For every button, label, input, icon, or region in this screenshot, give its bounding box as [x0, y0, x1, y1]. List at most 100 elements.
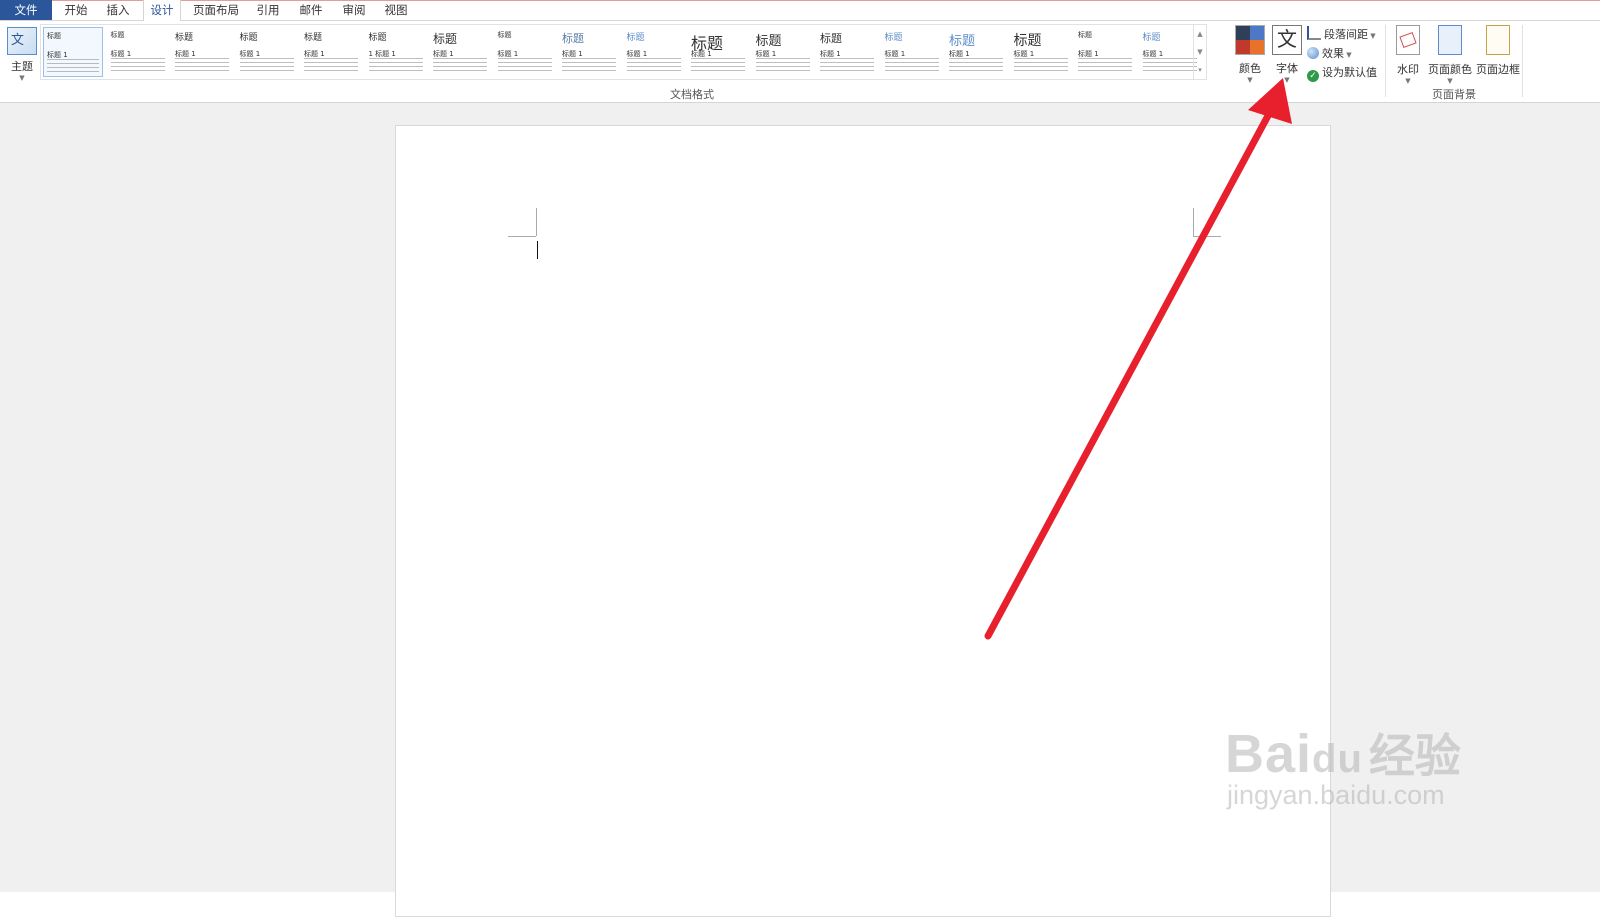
style-set-item-preview-text: [1142, 58, 1197, 72]
ribbon-tab-bar: 文件 开始 插入 设计 页面布局 引用 邮件 审阅 视图: [0, 0, 1600, 21]
effects-icon: [1307, 47, 1319, 59]
crop-mark-top-right: [1193, 208, 1194, 236]
page-borders-label: 页面边框: [1476, 63, 1520, 76]
colors-palette-icon: [1235, 25, 1265, 55]
ribbon-design: 文 主题 ▼ 标题 标题 1 标题 标题 1 标题 标题 1 标题 标题 1 标题 标题 1 标题 1…: [0, 21, 1600, 103]
watermark-icon: [1396, 25, 1420, 55]
page-borders-icon: [1486, 25, 1510, 55]
style-set-item[interactable]: 标题 标题 1: [1010, 27, 1071, 77]
style-set-item-preview-text: [1013, 58, 1068, 72]
group-label-document-formatting: 文档格式: [670, 88, 714, 101]
gallery-more-icon[interactable]: ▾: [1194, 61, 1206, 79]
chevron-down-icon: ▼: [1447, 77, 1453, 85]
style-set-item[interactable]: 标题 标题 1: [946, 27, 1006, 77]
style-set-item-preview-text: [47, 59, 99, 73]
group-separator: [1522, 25, 1523, 97]
style-set-item-preview-text: [433, 58, 487, 72]
style-set-item-title: 标题: [755, 34, 782, 49]
style-set-item[interactable]: 标题 标题 1: [107, 27, 168, 77]
style-set-item[interactable]: 标题 标题 1: [430, 27, 490, 77]
chevron-down-icon: ▼: [1368, 32, 1376, 40]
chevron-down-icon: ▼: [1344, 51, 1352, 59]
style-set-item-preview-text: [175, 58, 229, 72]
tab-design[interactable]: 设计: [143, 0, 181, 21]
watermark-url: jingyan.baidu.com: [1227, 780, 1445, 810]
page-color-label: 页面颜色: [1428, 63, 1472, 76]
gallery-scroll-down-icon[interactable]: ▼: [1194, 43, 1206, 61]
style-set-item-title: 标题: [626, 33, 645, 43]
style-set-item-title: 标题: [47, 32, 61, 40]
style-set-item-preview-text: [497, 58, 552, 72]
chevron-down-icon: ▼: [1405, 77, 1411, 85]
style-set-item-title: 标题: [562, 32, 584, 45]
style-set-item-title: 标题: [433, 32, 458, 46]
gallery-scrollbar[interactable]: ▲ ▼ ▾: [1193, 25, 1206, 79]
style-set-item[interactable]: 标题 标题 1: [688, 27, 748, 77]
style-set-item-title: 标题: [1142, 33, 1161, 43]
page-borders-button[interactable]: 页面边框: [1473, 25, 1523, 77]
fonts-icon: 文: [1272, 25, 1302, 55]
style-set-item[interactable]: 标题 标题 1: [752, 27, 813, 77]
chevron-down-icon: ▼: [1247, 76, 1253, 84]
style-set-item[interactable]: 标题 标题 1: [1139, 27, 1200, 77]
style-set-item-preview-text: [884, 58, 939, 72]
set-as-default-button[interactable]: ✓ 设为默认值: [1307, 64, 1377, 82]
style-set-item[interactable]: 标题 标题 1: [881, 27, 942, 77]
style-set-item[interactable]: 标题 1 标题 1: [365, 27, 426, 77]
style-set-item-preview-text: [1078, 58, 1132, 72]
tab-references[interactable]: 引用: [252, 0, 284, 20]
style-set-item[interactable]: 标题 标题 1: [494, 27, 555, 77]
tab-insert[interactable]: 插入: [102, 0, 134, 20]
tab-home[interactable]: 开始: [60, 0, 92, 20]
gallery-scroll-up-icon[interactable]: ▲: [1194, 25, 1206, 43]
style-set-item-title: 标题: [368, 33, 387, 43]
style-set-item[interactable]: 标题 标题 1: [559, 27, 619, 77]
style-set-item-title: 标题: [949, 34, 976, 49]
style-set-item[interactable]: 标题 标题 1: [236, 27, 297, 77]
document-page[interactable]: [395, 125, 1331, 917]
themes-icon: 文: [7, 27, 37, 55]
group-label-page-background: 页面背景: [1432, 88, 1476, 101]
style-set-item[interactable]: 标题 标题 1: [623, 27, 684, 77]
tab-review[interactable]: 审阅: [338, 0, 370, 20]
page-color-button[interactable]: 页面颜色 ▼: [1425, 25, 1475, 85]
watermark-logo-cn: 经验: [1368, 729, 1461, 783]
style-set-item-preview-text: [691, 58, 745, 72]
style-set-item[interactable]: 标题 标题 1: [172, 27, 232, 77]
colors-button[interactable]: 颜色 ▼: [1233, 25, 1267, 84]
style-set-item-title: 标题: [820, 32, 842, 45]
style-set-item[interactable]: 标题 标题 1: [43, 27, 103, 77]
baidu-jingyan-watermark: Baidu 经验 jingyan.baidu.com: [1225, 720, 1461, 811]
style-set-item-preview-text: [304, 58, 358, 72]
chevron-down-icon: ▼: [1284, 76, 1290, 84]
crop-mark-top-right: [1193, 236, 1221, 237]
style-set-item[interactable]: 标题 标题 1: [817, 27, 877, 77]
text-cursor: [537, 241, 538, 259]
themes-button[interactable]: 文 主题 ▼: [4, 25, 40, 82]
checkmark-icon: ✓: [1307, 70, 1319, 82]
effects-button[interactable]: 效果 ▼: [1307, 45, 1352, 61]
style-set-item[interactable]: 标题 标题 1: [301, 27, 361, 77]
group-separator: [1385, 25, 1386, 97]
style-set-item-preview-text: [562, 58, 616, 72]
themes-label: 主题: [11, 60, 33, 73]
style-set-item-title: 标题: [175, 33, 194, 43]
style-set-item-preview-text: [110, 58, 165, 72]
fonts-button[interactable]: 文 字体 ▼: [1270, 25, 1304, 84]
tab-mailings[interactable]: 邮件: [295, 0, 327, 20]
tab-file[interactable]: 文件: [0, 0, 52, 20]
tab-page-layout[interactable]: 页面布局: [190, 0, 242, 20]
style-set-item-title: 标题: [884, 33, 903, 43]
style-set-gallery: 标题 标题 1 标题 标题 1 标题 标题 1 标题 标题 1 标题 标题 1 标题 1 标题 1 标题…: [40, 24, 1207, 80]
crop-mark-top-left: [536, 208, 537, 236]
style-set-item[interactable]: 标题 标题 1: [1075, 27, 1135, 77]
style-set-item-preview-text: [820, 58, 874, 72]
tab-view[interactable]: 视图: [380, 0, 412, 20]
style-set-item-preview-text: [755, 58, 810, 72]
style-set-item-title: 标题: [304, 33, 323, 43]
page-color-icon: [1438, 25, 1462, 55]
paragraph-spacing-button[interactable]: 段落间距 ▼: [1307, 26, 1376, 42]
watermark-button[interactable]: 水印 ▼: [1393, 25, 1423, 85]
colors-label: 颜色: [1239, 62, 1261, 75]
chevron-down-icon: ▼: [19, 74, 25, 82]
